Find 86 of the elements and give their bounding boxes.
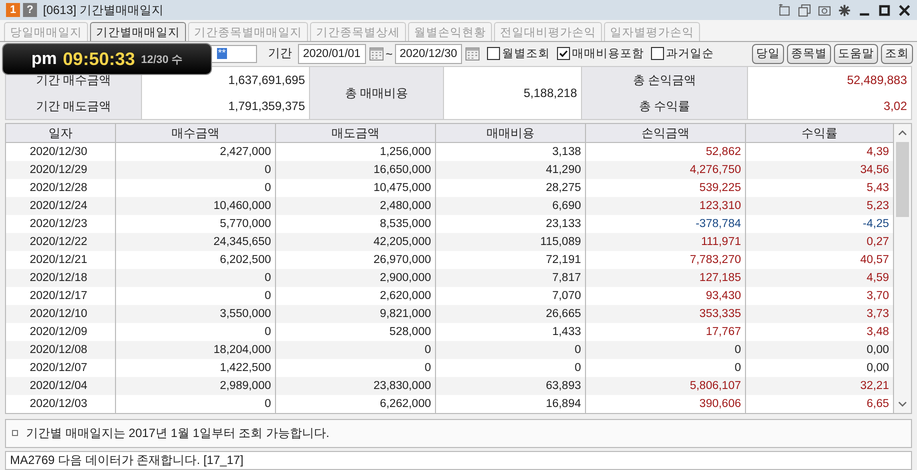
summary-label: 총 매매비용 [310, 67, 444, 120]
copy-window-icon[interactable] [798, 4, 811, 17]
scrollbar-thumb[interactable] [896, 142, 909, 218]
table-cell: 123,310 [586, 197, 746, 216]
toolbar-button[interactable]: 당일 [752, 44, 784, 64]
clock-ampm: pm [31, 49, 57, 69]
window-title: [0613] 기간별매매일지 [43, 2, 164, 19]
table-cell: 0 [276, 341, 436, 360]
table-cell: 16,650,000 [276, 161, 436, 180]
table-cell: 3,550,000 [116, 305, 276, 324]
toolbar-button[interactable]: 종목별 [787, 44, 831, 64]
table-cell: 0 [586, 341, 746, 360]
table-cell: 2020/12/04 [6, 377, 116, 396]
table-cell: 7,817 [436, 269, 586, 288]
checkbox[interactable]: 매매비용포함 [557, 46, 644, 62]
scroll-up-icon[interactable] [898, 129, 907, 138]
checkbox-square-icon[interactable] [651, 47, 664, 60]
table-cell: 2,900,000 [276, 269, 436, 288]
table-cell: 2,989,000 [116, 377, 276, 396]
table-cell: 9,821,000 [276, 305, 436, 324]
notice-text: 기간별 매매일지는 2017년 1월 1일부터 조회 가능합니다. [26, 424, 330, 442]
table-cell: 18,204,000 [116, 341, 276, 360]
table-cell: 23,830,000 [276, 377, 436, 396]
table-cell: 353,335 [586, 305, 746, 324]
table-cell: 63,893 [436, 377, 586, 396]
table-cell: 2020/12/29 [6, 161, 116, 180]
table-cell: 4,276,750 [586, 161, 746, 180]
summary-label: 총 수익률 [582, 93, 748, 120]
table-cell: 390,606 [586, 395, 746, 414]
table-cell: 41,290 [436, 161, 586, 180]
checkbox-square-icon[interactable] [487, 47, 500, 60]
new-window-icon[interactable] [778, 4, 791, 17]
summary-value: 52,489,883 [846, 72, 908, 90]
table-cell: 2020/12/03 [6, 395, 116, 414]
tab[interactable]: 기간별매매일지 [90, 22, 186, 42]
column-header[interactable]: 매도금액 [276, 124, 436, 142]
close-icon[interactable] [898, 4, 911, 17]
table-cell: 0 [116, 269, 276, 288]
checkbox[interactable]: 과거일순 [651, 46, 714, 62]
table-cell: 10,460,000 [116, 197, 276, 216]
clock-time: 09:50:33 [62, 48, 135, 70]
table-cell: 2020/12/08 [6, 341, 116, 360]
column-header[interactable]: 일자 [6, 124, 116, 142]
table-cell: 127,185 [586, 269, 746, 288]
clock-date: 12/30 수 [140, 52, 183, 66]
column-header[interactable]: 손익금액 [586, 124, 746, 142]
column-header[interactable]: 매매비용 [436, 124, 586, 142]
scroll-down-icon[interactable] [898, 400, 907, 408]
checkbox-square-icon[interactable] [557, 47, 570, 60]
table-cell: 0 [116, 161, 276, 180]
table-cell: 5,806,107 [586, 377, 746, 396]
toolbar-button[interactable]: 조회 [881, 44, 913, 64]
table-cell: 2020/12/24 [6, 197, 116, 216]
bullet-icon [12, 430, 18, 436]
summary-value: 3,02 [882, 98, 908, 116]
calendar-icon[interactable] [465, 46, 480, 62]
period-label: 기간 [268, 45, 292, 62]
table-cell: 6,690 [436, 197, 586, 216]
checkbox[interactable]: 월별조회 [487, 46, 550, 62]
table-cell: 0 [116, 395, 276, 414]
scrollbar[interactable] [894, 124, 911, 414]
table-cell: 115,089 [436, 233, 586, 252]
camera-icon[interactable] [818, 4, 831, 17]
range-separator: ~ [386, 46, 393, 61]
table-cell: 2020/12/18 [6, 269, 116, 288]
start-date-field[interactable]: 2020/01/01 [298, 44, 366, 64]
summary-label: 총 손익금액 [582, 67, 748, 94]
help-button[interactable]: ? [23, 3, 37, 18]
settings-icon[interactable] [838, 4, 851, 17]
table-cell: 24,345,650 [116, 233, 276, 252]
summary-label: 기간 매도금액 [6, 93, 142, 120]
column-header[interactable]: 매수금액 [116, 124, 276, 142]
table-cell: 16,894 [436, 395, 586, 414]
table-cell: 0 [436, 341, 586, 360]
calendar-icon[interactable] [368, 46, 384, 62]
table-cell: 42,205,000 [276, 233, 436, 252]
table-cell: 6,262,000 [276, 395, 436, 414]
status-message: MA2769 다음 데이터가 존재합니다. [17_17] [5, 450, 912, 470]
table-cell: 2020/12/22 [6, 233, 116, 252]
table-cell: 2020/12/10 [6, 305, 116, 324]
toolbar-button[interactable]: 도움말 [834, 44, 878, 64]
end-date-field[interactable]: 2020/12/30 [394, 44, 462, 64]
table-cell: 111,971 [586, 233, 746, 252]
maximize-icon[interactable] [878, 4, 891, 17]
table-cell: 26,665 [436, 305, 586, 324]
table-cell: 2,480,000 [276, 197, 436, 216]
